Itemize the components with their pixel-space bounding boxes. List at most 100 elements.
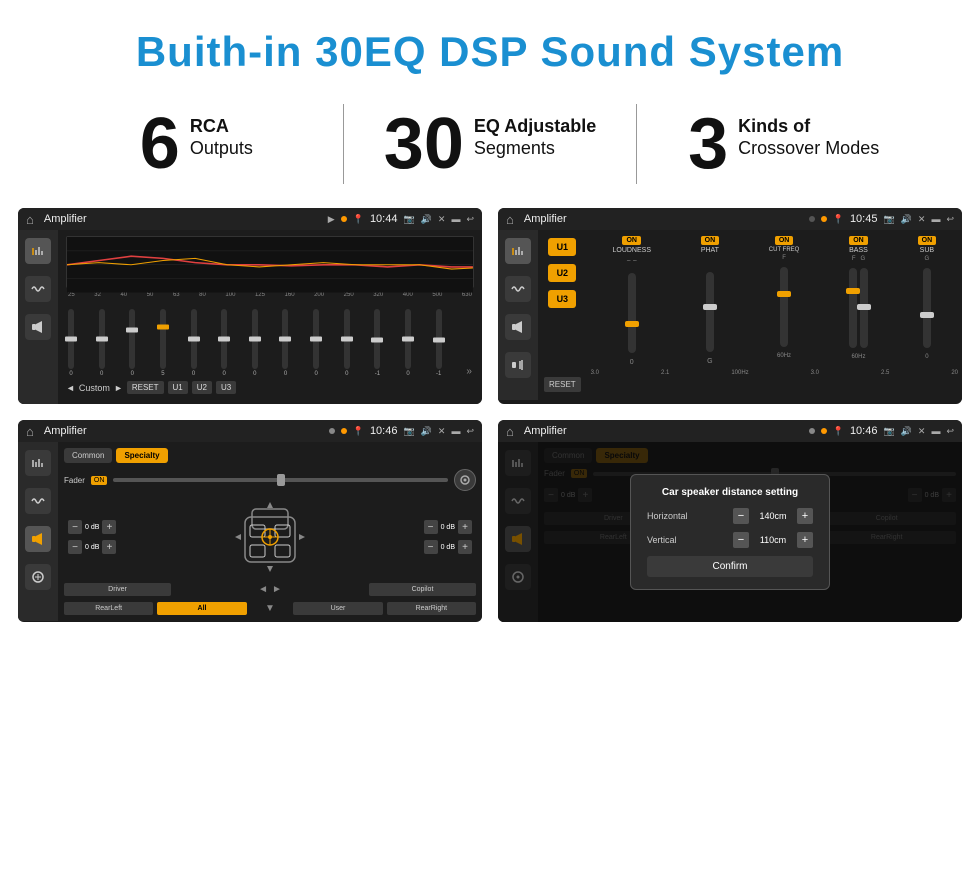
sidebar-eq-icon-2[interactable] bbox=[505, 238, 531, 264]
horizontal-plus[interactable]: + bbox=[797, 508, 813, 524]
cutfreq-on[interactable]: ON bbox=[775, 236, 794, 245]
bottom-buttons-3: Driver ◄ ► Copilot bbox=[64, 583, 476, 596]
rl-minus[interactable]: − bbox=[68, 540, 82, 554]
back-icon-4[interactable]: ↩ bbox=[946, 426, 954, 437]
loudness-slider[interactable] bbox=[628, 273, 636, 353]
close-icon-3: ✕ bbox=[438, 426, 446, 437]
horizontal-minus[interactable]: − bbox=[733, 508, 749, 524]
stat-label-eq-sub: Segments bbox=[474, 138, 596, 160]
phat-on[interactable]: ON bbox=[701, 236, 720, 245]
freq-125: 125 bbox=[255, 292, 265, 298]
vertical-plus[interactable]: + bbox=[797, 532, 813, 548]
status-title-1: Amplifier bbox=[44, 213, 322, 225]
u-buttons-col: U1 U2 U3 RESET bbox=[538, 230, 587, 400]
eq-prev-btn[interactable]: ◄ bbox=[66, 383, 75, 393]
fader-label: Fader bbox=[64, 476, 85, 485]
sidebar-vol-icon-3[interactable] bbox=[25, 564, 51, 590]
bass-slider-g[interactable] bbox=[860, 268, 868, 348]
fader-on-badge[interactable]: ON bbox=[91, 476, 108, 485]
eq-slider-10: 0 bbox=[344, 309, 350, 377]
sub-on[interactable]: ON bbox=[918, 236, 937, 245]
rearright-btn[interactable]: RearRight bbox=[387, 602, 476, 615]
rr-db-value: 0 dB bbox=[441, 544, 455, 551]
right-arrow-icon[interactable]: ► bbox=[272, 584, 282, 595]
fader-settings-icon[interactable] bbox=[454, 469, 476, 491]
stat-label-rca-main: RCA bbox=[190, 116, 253, 138]
stat-label-eq-main: EQ Adjustable bbox=[474, 116, 596, 138]
status-bar-4: ⌂ Amplifier 📍 10:46 📷 🔊 ✕ ▬ ↩ bbox=[498, 420, 962, 442]
sidebar-speaker-icon-3[interactable] bbox=[25, 526, 51, 552]
stat-label-crossover-main: Kinds of bbox=[738, 116, 879, 138]
ctrl-cutfreq: ON CUT FREQ F 60Hz bbox=[769, 236, 800, 366]
rr-minus[interactable]: − bbox=[424, 540, 438, 554]
sidebar-vol-icon-2[interactable] bbox=[505, 352, 531, 378]
rear-right-db: − 0 dB + bbox=[424, 540, 472, 554]
status-dot-3b bbox=[341, 428, 347, 434]
sidebar-eq-icon-3[interactable] bbox=[25, 450, 51, 476]
back-icon-2[interactable]: ↩ bbox=[946, 214, 954, 225]
fl-plus[interactable]: + bbox=[102, 520, 116, 534]
loudness-on[interactable]: ON bbox=[622, 236, 641, 245]
eq-slider-12: 0 bbox=[405, 309, 411, 377]
copilot-btn[interactable]: Copilot bbox=[369, 583, 476, 596]
cutfreq-label: CUT FREQ bbox=[769, 247, 800, 253]
vertical-row: Vertical − 110cm + bbox=[647, 532, 813, 548]
left-arrow-icon[interactable]: ◄ bbox=[258, 584, 268, 595]
back-icon-3[interactable]: ↩ bbox=[466, 426, 474, 437]
eq-next-btn[interactable]: ► bbox=[114, 383, 123, 393]
sidebar-wave-icon-3[interactable] bbox=[25, 488, 51, 514]
fader-slider[interactable] bbox=[113, 478, 448, 482]
home-icon-4[interactable]: ⌂ bbox=[506, 424, 514, 439]
tab-specialty[interactable]: Specialty bbox=[116, 448, 167, 463]
home-icon-1[interactable]: ⌂ bbox=[26, 212, 34, 227]
stat-label-rca-sub: Outputs bbox=[190, 138, 253, 160]
close-icon-4: ✕ bbox=[918, 426, 926, 437]
freq-200: 200 bbox=[314, 292, 324, 298]
fr-plus[interactable]: + bbox=[458, 520, 472, 534]
cutfreq-slider[interactable] bbox=[780, 267, 788, 347]
loudness-label: LOUDNESS bbox=[612, 247, 651, 254]
eq-u2-btn[interactable]: U2 bbox=[192, 381, 212, 394]
eq-preset-label: Custom bbox=[79, 383, 110, 393]
sub-slider[interactable] bbox=[923, 268, 931, 348]
bass-slider-f[interactable] bbox=[849, 268, 857, 348]
ctrl-bass: ON BASS F G 60Hz bbox=[849, 236, 868, 366]
down-arrow-icon[interactable]: ▼ bbox=[265, 603, 275, 614]
eq-slider-7: 0 bbox=[252, 309, 258, 377]
sidebar-wave-icon[interactable] bbox=[25, 276, 51, 302]
status-title-4: Amplifier bbox=[524, 425, 803, 437]
sidebar-wave-icon-2[interactable] bbox=[505, 276, 531, 302]
sidebar-eq-icon[interactable] bbox=[25, 238, 51, 264]
fl-minus[interactable]: − bbox=[68, 520, 82, 534]
rearleft-btn[interactable]: RearLeft bbox=[64, 602, 153, 615]
ctrl-phat: ON PHAT G bbox=[701, 236, 720, 366]
home-icon-3[interactable]: ⌂ bbox=[26, 424, 34, 439]
fr-minus[interactable]: − bbox=[424, 520, 438, 534]
rl-db-value: 0 dB bbox=[85, 544, 99, 551]
amp2-controls-row: ON LOUDNESS ~ ~ 0 ON PHA bbox=[591, 236, 958, 366]
u1-btn[interactable]: U1 bbox=[548, 238, 576, 256]
sidebar-speaker-icon[interactable] bbox=[25, 314, 51, 340]
rl-plus[interactable]: + bbox=[102, 540, 116, 554]
sidebar-speaker-icon-2[interactable] bbox=[505, 314, 531, 340]
eq-u3-btn[interactable]: U3 bbox=[216, 381, 236, 394]
u3-btn[interactable]: U3 bbox=[548, 290, 576, 308]
u2-btn[interactable]: U2 bbox=[548, 264, 576, 282]
reset-btn-amp2[interactable]: RESET bbox=[544, 377, 581, 392]
vertical-minus[interactable]: − bbox=[733, 532, 749, 548]
bass-on[interactable]: ON bbox=[849, 236, 868, 245]
speaker-dialog-screen-content: Common Specialty Fader ON −0 dB+ −0 dB+ … bbox=[498, 442, 962, 622]
confirm-button[interactable]: Confirm bbox=[647, 556, 813, 577]
front-right-db: − 0 dB + bbox=[424, 520, 472, 534]
driver-btn[interactable]: Driver bbox=[64, 583, 171, 596]
phat-slider[interactable] bbox=[706, 272, 714, 352]
status-title-2: Amplifier bbox=[524, 213, 803, 225]
eq-u1-btn[interactable]: U1 bbox=[168, 381, 188, 394]
all-btn[interactable]: All bbox=[157, 602, 246, 615]
eq-reset-btn[interactable]: RESET bbox=[127, 381, 164, 394]
rr-plus[interactable]: + bbox=[458, 540, 472, 554]
user-btn[interactable]: User bbox=[293, 602, 382, 615]
back-icon-1[interactable]: ↩ bbox=[466, 214, 474, 225]
tab-common[interactable]: Common bbox=[64, 448, 112, 463]
home-icon-2[interactable]: ⌂ bbox=[506, 212, 514, 227]
